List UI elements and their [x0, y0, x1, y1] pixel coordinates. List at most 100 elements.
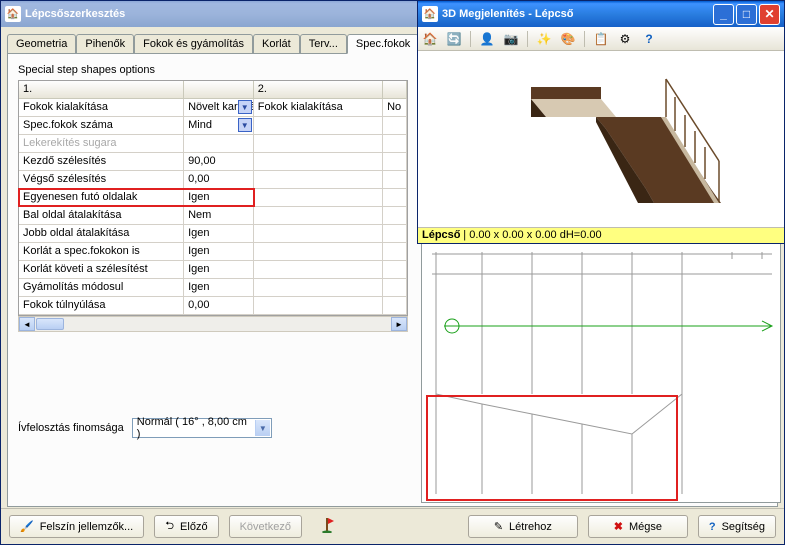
scroll-left-icon[interactable]: ◄ [19, 317, 35, 331]
row-value-1[interactable]: 0,00 [184, 171, 254, 189]
row-value-1[interactable]: Nem [184, 207, 254, 225]
row-value-1[interactable]: Igen [184, 189, 254, 207]
table-row: Egyenesen futó oldalakIgen [19, 189, 407, 207]
table-row: Gyámolítás módosulIgen [19, 279, 407, 297]
maximize-button[interactable]: □ [736, 4, 757, 25]
col-header-1[interactable]: 1. [19, 81, 184, 99]
row-value-1[interactable]: 90,00 [184, 153, 254, 171]
row-label-2 [254, 207, 383, 225]
row-value-2[interactable]: No [383, 99, 407, 117]
row-value-1[interactable]: Igen [184, 243, 254, 261]
chevron-down-icon[interactable]: ▼ [238, 100, 252, 114]
list-icon[interactable]: 📋 [593, 31, 609, 47]
viewer-title-bar[interactable]: 🏠 3D Megjelenítés - Lépcső _ □ ✕ [418, 1, 784, 27]
arrow-left-icon: ⮌ [165, 517, 174, 536]
viewer-status-bar: Lépcső | 0.00 x 0.00 x 0.00 dH=0.00 [418, 227, 784, 243]
tab-terv[interactable]: Terv... [300, 34, 347, 54]
help-toolbar-icon[interactable]: ? [641, 31, 657, 47]
table-row: Korlát követi a szélesítéstIgen [19, 261, 407, 279]
prev-button[interactable]: ⮌ Előző [154, 515, 218, 538]
tab-korlat[interactable]: Korlát [253, 34, 300, 54]
status-coords: 0.00 x 0.00 x 0.00 dH=0.00 [469, 229, 601, 241]
row-label-2 [254, 117, 383, 135]
row-label-2 [254, 153, 383, 171]
table-row: Végső szélesítés0,00 [19, 171, 407, 189]
fineness-label: Ívfelosztás finomsága [18, 422, 124, 434]
col-header-2[interactable]: 2. [254, 81, 383, 99]
fineness-value: Normál ( 16° , 8,00 cm ) [137, 416, 253, 440]
row-label-2 [254, 171, 383, 189]
close-icon: ✖ [614, 520, 623, 533]
help-icon: ? [709, 521, 716, 533]
col-header-1b[interactable] [184, 81, 254, 99]
row-value-2[interactable] [383, 117, 407, 135]
bottom-bar: 🖌️ Felszín jellemzők... ⮌ Előző Következ… [1, 508, 784, 544]
row-label: Korlát a spec.fokokon is [19, 243, 184, 261]
row-value-1[interactable] [184, 135, 254, 153]
minimize-button[interactable]: _ [713, 4, 734, 25]
row-value-2[interactable] [383, 189, 407, 207]
help-button[interactable]: ? Segítség [698, 515, 776, 538]
row-value-2[interactable] [383, 261, 407, 279]
col-header-2b[interactable] [383, 81, 407, 99]
row-value-2[interactable] [383, 225, 407, 243]
row-label: Gyámolítás módosul [19, 279, 184, 297]
row-value-1[interactable]: Igen [184, 279, 254, 297]
pencil-icon: ✎ [494, 520, 503, 533]
table-row: Korlát a spec.fokokon isIgen [19, 243, 407, 261]
camera-icon[interactable]: 📷 [503, 31, 519, 47]
row-label-2 [254, 189, 383, 207]
row-value-2[interactable] [383, 153, 407, 171]
tab-geometria[interactable]: Geometria [7, 34, 76, 54]
row-value-2[interactable] [383, 207, 407, 225]
brush-icon: 🖌️ [20, 520, 34, 533]
row-label-2: Fokok kialakítása [254, 99, 383, 117]
surface-props-button[interactable]: 🖌️ Felszín jellemzők... [9, 515, 144, 538]
row-value-2[interactable] [383, 279, 407, 297]
row-value-2[interactable] [383, 171, 407, 189]
row-label: Fokok kialakítása [19, 99, 184, 117]
row-label-2 [254, 243, 383, 261]
tab-specfokok[interactable]: Spec.fokok [347, 34, 419, 54]
row-value-2[interactable] [383, 297, 407, 315]
table-row: Spec.fokok számaMind▼ [19, 117, 407, 135]
flag-icon[interactable] [312, 517, 342, 536]
scroll-thumb[interactable] [36, 318, 64, 330]
row-label: Korlát követi a szélesítést [19, 261, 184, 279]
chevron-down-icon[interactable]: ▼ [238, 118, 252, 132]
row-label: Kezdő szélesítés [19, 153, 184, 171]
tab-fokok[interactable]: Fokok és gyámolítás [134, 34, 253, 54]
status-label: Lépcső [422, 229, 461, 241]
chevron-down-icon: ▼ [255, 420, 270, 436]
orbit-icon[interactable]: 🔄 [446, 31, 462, 47]
palette-icon[interactable]: 🎨 [560, 31, 576, 47]
grid-hscroll[interactable]: ◄ ► [18, 316, 408, 332]
viewer-title: 3D Megjelenítés - Lépcső [442, 8, 711, 20]
row-value-1[interactable]: Igen [184, 261, 254, 279]
row-label-2 [254, 135, 383, 153]
user-icon[interactable]: 👤 [479, 31, 495, 47]
cancel-button[interactable]: ✖ Mégse [588, 515, 688, 538]
row-label: Fokok túlnyúlása [19, 297, 184, 315]
render-icon[interactable]: ✨ [536, 31, 552, 47]
gear-icon[interactable]: ⚙ [617, 31, 633, 47]
row-label: Spec.fokok száma [19, 117, 184, 135]
table-row: Jobb oldal átalakításaIgen [19, 225, 407, 243]
scroll-right-icon[interactable]: ► [391, 317, 407, 331]
viewer-canvas[interactable] [418, 51, 784, 227]
row-value-1[interactable]: 0,00 [184, 297, 254, 315]
fineness-combo[interactable]: Normál ( 16° , 8,00 cm ) ▼ [132, 418, 272, 438]
table-row: Fokok túlnyúlása0,00 [19, 297, 407, 315]
home-icon[interactable]: 🏠 [422, 31, 438, 47]
row-value-2[interactable] [383, 243, 407, 261]
row-value-1[interactable]: Mind▼ [184, 117, 254, 135]
close-button[interactable]: ✕ [759, 4, 780, 25]
create-button[interactable]: ✎ Létrehoz [468, 515, 578, 538]
row-value-1[interactable]: Növelt karszéle▼ [184, 99, 254, 117]
row-value-1[interactable]: Igen [184, 225, 254, 243]
tab-pihenok[interactable]: Pihenők [76, 34, 134, 54]
row-label: Végső szélesítés [19, 171, 184, 189]
viewer-toolbar: 🏠 🔄 👤 📷 ✨ 🎨 📋 ⚙ ? [418, 27, 784, 51]
row-value-2[interactable] [383, 135, 407, 153]
viewer-window: 🏠 3D Megjelenítés - Lépcső _ □ ✕ 🏠 🔄 👤 📷… [417, 0, 785, 244]
